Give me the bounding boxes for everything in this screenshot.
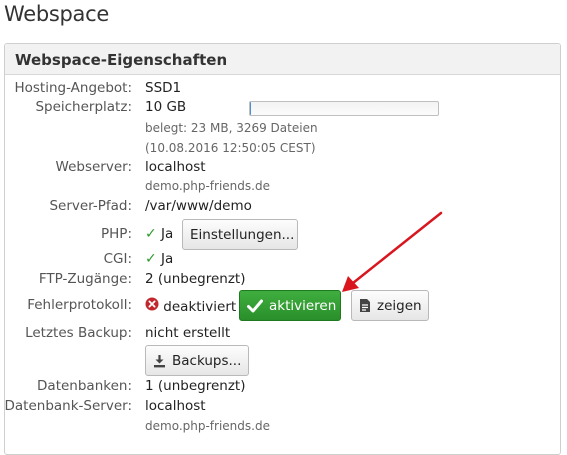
error-log-label: Fehlerprotokoll: [27,297,132,313]
error-circle-icon [145,297,159,311]
row-hosting: Hosting-Angebot: SSD1 [0,80,560,100]
document-icon [359,298,371,313]
error-log-status: deaktiviert [163,299,236,315]
db-server-domain: demo.php-friends.de [145,419,270,433]
error-log-value: deaktiviert [145,297,236,315]
panel-heading: Webspace-Eigenschaften [5,44,560,75]
storage-usage-detail: belegt: 23 MB, 3269 Dateien [145,121,318,135]
page-title: Webspace [4,2,109,26]
activate-button[interactable]: aktivieren [239,290,341,321]
webserver-domain: demo.php-friends.de [145,179,270,193]
php-settings-button[interactable]: Einstellungen... [182,219,298,250]
panel-title: Webspace-Eigenschaften [15,51,227,69]
check-icon: ✓ [145,251,157,267]
storage-timestamp: (10.08.2016 12:50:05 CEST) [145,141,316,155]
storage-label: Speicherplatz: [35,99,132,115]
backup-value: nicht erstellt [145,325,230,341]
php-label: PHP: [101,226,132,242]
db-server-label: Datenbank-Server: [5,398,133,414]
row-db-server-domain: demo.php-friends.de [0,419,560,439]
check-icon: ✓ [145,226,157,242]
php-status: Ja [161,226,173,242]
hosting-value: SSD1 [145,80,181,96]
activate-label: aktivieren [269,298,336,314]
cgi-label: CGI: [104,251,132,267]
check-icon [247,299,263,313]
cgi-value: ✓ Ja [145,251,173,267]
backups-button[interactable]: Backups... [145,345,249,376]
backups-label: Backups... [172,353,241,369]
webserver-label: Webserver: [56,159,132,175]
row-storage-usage: belegt: 23 MB, 3269 Dateien [0,121,560,141]
row-ftp: FTP-Zugänge: 2 (unbegrenzt) [0,271,560,291]
storage-progress-bar [249,101,439,116]
php-value: ✓ Ja [145,226,173,242]
row-server-path: Server-Pfad: /var/www/demo [0,198,560,218]
db-server-value: localhost [145,398,206,414]
row-databases: Datenbanken: 1 (unbegrenzt) [0,378,560,398]
hosting-label: Hosting-Angebot: [14,80,132,96]
storage-value: 10 GB [145,99,186,115]
databases-value: 1 (unbegrenzt) [145,378,245,394]
download-icon [153,354,166,368]
databases-label: Datenbanken: [37,378,132,394]
show-log-button[interactable]: zeigen [351,290,429,321]
row-webserver-domain: demo.php-friends.de [0,179,560,199]
server-path-value: /var/www/demo [145,198,252,214]
cgi-status: Ja [161,251,173,267]
ftp-value: 2 (unbegrenzt) [145,271,245,287]
row-storage: Speicherplatz: 10 GB [0,99,560,119]
row-storage-timestamp: (10.08.2016 12:50:05 CEST) [0,141,560,161]
row-cgi: CGI: ✓ Ja [0,251,560,271]
ftp-label: FTP-Zugänge: [39,271,132,287]
backup-label: Letztes Backup: [25,325,132,341]
show-log-label: zeigen [377,298,422,314]
server-path-label: Server-Pfad: [49,198,132,214]
webserver-value: localhost [145,159,206,175]
row-db-server: Datenbank-Server: localhost [0,398,560,418]
row-backup: Letztes Backup: nicht erstellt [0,325,560,345]
row-webserver: Webserver: localhost [0,159,560,179]
